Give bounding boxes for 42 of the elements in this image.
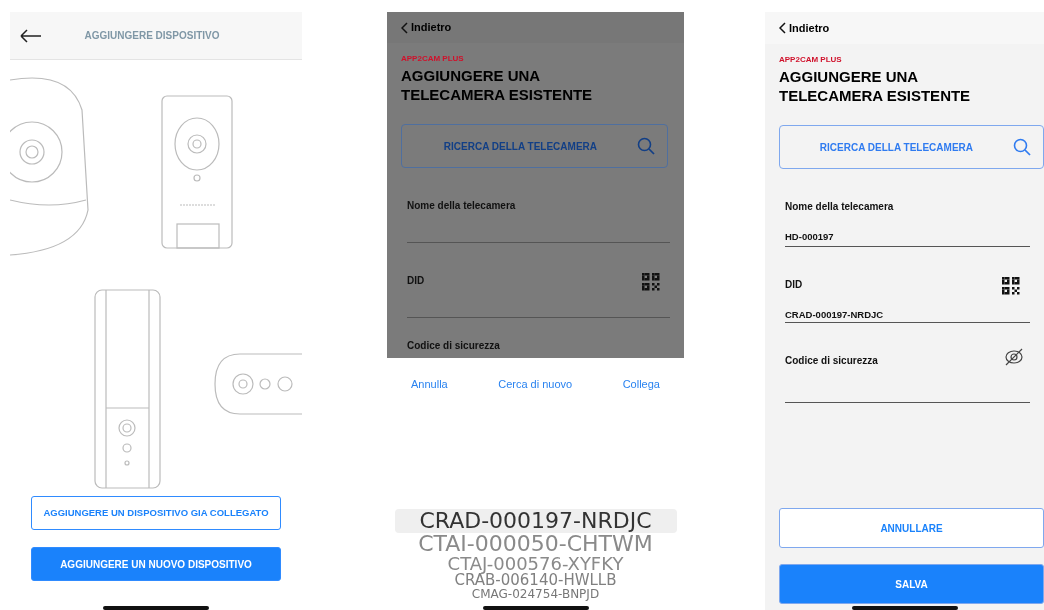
field-label: DID: [407, 273, 425, 288]
brand-label: APP2CAM PLUS: [401, 53, 465, 66]
primary-button[interactable]: AGGIUNGERE UN NUOVO DISPOSITIVO: [31, 547, 281, 581]
input-field[interactable]: DID CRAD-000197-NRDJC: [785, 247, 1030, 323]
input-field[interactable]: Nome della telecamera HD-000197: [785, 169, 1030, 247]
picker-option[interactable]: CTAJ-000576-XYFKY: [447, 555, 624, 573]
eye-slash-icon: [1004, 347, 1024, 367]
picker-option[interactable]: CMAG-024754-BNPJD: [471, 588, 600, 600]
outline-button[interactable]: AGGIUNGERE UN DISPOSITIVO GIA COLLEGATO: [31, 496, 281, 530]
page-title: AGGIUNGERE UNA TELECAMERA ESISTENTE: [401, 66, 594, 105]
action-link[interactable]: Cerca di nuovo: [498, 376, 573, 393]
primary-button[interactable]: SALVA: [779, 564, 1044, 604]
back-button[interactable]: Indietro: [387, 12, 684, 44]
screen-title: AGGIUNGERE DISPOSITIVO: [83, 29, 221, 43]
search-camera-button[interactable]: RICERCA DELLA TELECAMERA: [401, 124, 668, 168]
picker-option[interactable]: CRAB-006140-HWLLB: [454, 573, 617, 588]
page-title: AGGIUNGERE UNA TELECAMERA ESISTENTE: [779, 67, 972, 105]
field-label: DID: [785, 278, 803, 292]
back-arrow-icon: [20, 28, 42, 43]
chevron-left-icon: [779, 22, 786, 34]
input-field[interactable]: DID: [407, 242, 670, 318]
search-icon: [637, 137, 655, 156]
picker-option[interactable]: CRAD-000197-NRDJC: [394, 509, 677, 533]
qr-code-icon: [642, 272, 660, 291]
action-link[interactable]: Annulla: [411, 376, 448, 393]
search-camera-button[interactable]: RICERCA DELLA TELECAMERA: [779, 125, 1044, 169]
chevron-left-icon: [401, 21, 408, 34]
field-value: CRAD-000197-NRDJC: [785, 308, 885, 322]
picker-option[interactable]: CTAI-000050-CHTWM: [418, 533, 653, 555]
back-button[interactable]: Indietro: [765, 12, 1044, 44]
outline-button[interactable]: ANNULLARE: [779, 508, 1044, 548]
action-link[interactable]: Collega: [622, 376, 660, 393]
field-value: HD-000197: [785, 230, 835, 244]
search-icon: [1013, 138, 1031, 156]
input-field[interactable]: Nome della telecamera: [407, 167, 670, 243]
field-label: Codice di sicurezza: [785, 354, 878, 368]
qr-code-icon: [1002, 277, 1020, 295]
field-label: Nome della telecamera: [785, 200, 894, 214]
brand-label: APP2CAM PLUS: [779, 54, 843, 66]
input-field[interactable]: Codice di sicurezza: [785, 323, 1030, 403]
field-label: Codice di sicurezza: [407, 339, 500, 353]
field-label: Nome della telecamera: [407, 198, 516, 213]
